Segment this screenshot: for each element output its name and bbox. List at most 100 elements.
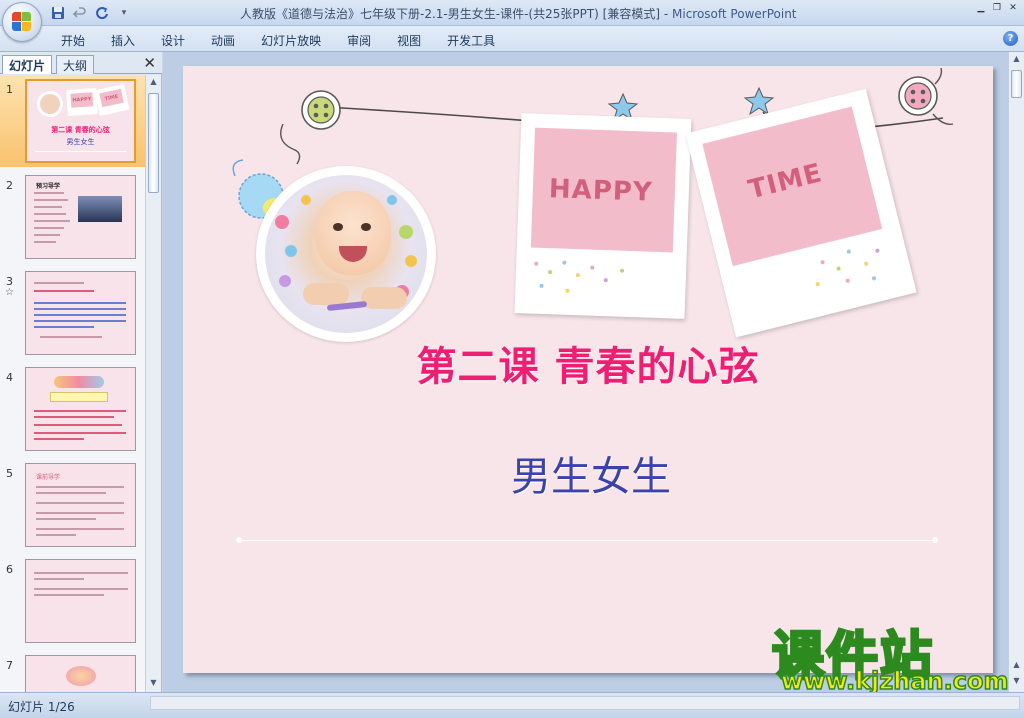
- undo-icon[interactable]: [72, 5, 88, 21]
- tab-developer[interactable]: 开发工具: [434, 30, 508, 51]
- slide-thumb-4[interactable]: 4: [0, 363, 146, 455]
- text-line: [36, 534, 76, 536]
- thumb-image: [54, 376, 104, 388]
- text-line: [34, 594, 104, 596]
- slide-editing-area: HAPPY TIME 第二课 青春的心弦 男生女生: [163, 52, 1008, 692]
- green-button-icon: [280, 90, 341, 165]
- slide-thumb-6[interactable]: 6: [0, 555, 146, 647]
- text-line: [34, 282, 84, 284]
- slide-preview: HAPPY TIME 第二课 青春的心弦 男生女生: [25, 79, 136, 163]
- quick-access-toolbar: ▾: [50, 4, 132, 22]
- divider-dot: [932, 537, 938, 543]
- scroll-down-icon[interactable]: ▼: [148, 678, 159, 690]
- text-line: [34, 588, 128, 590]
- slide-thumb-5[interactable]: 5 课前导学: [0, 459, 146, 551]
- scroll-thumb[interactable]: [148, 93, 159, 193]
- tab-view[interactable]: 视图: [384, 30, 434, 51]
- text-line: [34, 206, 62, 208]
- scroll-up-icon[interactable]: ▲: [148, 77, 159, 89]
- slide-number: 5: [6, 467, 13, 480]
- tab-slides[interactable]: 幻灯片: [2, 55, 53, 74]
- redo-icon[interactable]: [94, 5, 110, 21]
- text-line: [34, 308, 126, 310]
- ribbon-tabs: 开始 插入 设计 动画 幻灯片放映 审阅 视图 开发工具: [48, 30, 508, 51]
- baby-hand: [361, 287, 407, 309]
- slide-thumb-3[interactable]: 3 ☆: [0, 267, 146, 359]
- baby-photo-inner: [265, 175, 427, 333]
- text-line: [34, 578, 84, 580]
- divider-dot: [236, 537, 242, 543]
- thumb-happy: HAPPY: [70, 92, 94, 108]
- text-line: [34, 199, 68, 201]
- office-button[interactable]: [2, 2, 42, 42]
- scroll-thumb[interactable]: [1011, 70, 1022, 98]
- text-line: [34, 234, 60, 236]
- help-icon[interactable]: ?: [1003, 31, 1018, 46]
- close-icon[interactable]: ✕: [1006, 2, 1020, 14]
- photo-frame-mini: HAPPY: [66, 87, 98, 117]
- thumb-divider: [35, 151, 127, 152]
- prev-slide-icon[interactable]: ▲: [1011, 660, 1022, 672]
- ribbon: 开始 插入 设计 动画 幻灯片放映 审阅 视图 开发工具 ?: [0, 26, 1024, 52]
- slide-subtitle[interactable]: 男生女生: [183, 444, 993, 502]
- tab-outline[interactable]: 大纲: [56, 55, 95, 74]
- scroll-up-icon[interactable]: ▲: [1011, 54, 1022, 66]
- thumb-time: TIME: [99, 88, 124, 108]
- text-line: [34, 438, 84, 440]
- slide-number: 6: [6, 563, 13, 576]
- text-line: [36, 502, 124, 504]
- text-line: [34, 290, 94, 292]
- tab-home[interactable]: 开始: [48, 30, 98, 51]
- horizontal-scrollbar[interactable]: [150, 696, 1020, 710]
- document-title: 人教版《道德与法治》七年级下册-2.1-男生女生-课件-(共25张PPT) [兼…: [240, 7, 661, 21]
- text-line: [34, 241, 56, 243]
- minimize-icon[interactable]: ▁: [974, 2, 988, 14]
- thumb-image: [66, 666, 96, 686]
- watermark-url: www.kjzhan.com: [780, 666, 1009, 696]
- slide-thumb-1[interactable]: 1 HAPPY TIME 第二课 青春的心弦 男生女生: [0, 75, 146, 167]
- slide-number: 1: [6, 83, 13, 96]
- tab-insert[interactable]: 插入: [98, 30, 148, 51]
- dropdown-icon[interactable]: ▾: [116, 5, 132, 21]
- pink-button-icon: [898, 67, 954, 125]
- window-controls: ▁ ❐ ✕: [974, 2, 1020, 14]
- tab-slideshow[interactable]: 幻灯片放映: [248, 30, 334, 51]
- slide-title[interactable]: 第二课 青春的心弦: [183, 334, 993, 392]
- slide-preview: [25, 559, 136, 643]
- thumb-heading-box: [50, 392, 108, 402]
- slide-scrollbar[interactable]: ▲ ▲ ▼: [1008, 52, 1024, 692]
- photo-frame-happy: HAPPY: [514, 113, 692, 319]
- slide-counter: 幻灯片 1/26: [8, 700, 75, 714]
- slide-preview: [25, 367, 136, 451]
- thumb-image: [78, 196, 122, 222]
- close-pane-icon[interactable]: ✕: [143, 54, 156, 72]
- text-line: [34, 432, 126, 434]
- slide-thumb-2[interactable]: 2 预习导学: [0, 171, 146, 263]
- save-icon[interactable]: [50, 5, 66, 21]
- window-title: 人教版《道德与法治》七年级下册-2.1-男生女生-课件-(共25张PPT) [兼…: [240, 5, 797, 22]
- tab-animation[interactable]: 动画: [198, 30, 248, 51]
- baby-photo: [256, 166, 436, 342]
- current-slide[interactable]: HAPPY TIME 第二课 青春的心弦 男生女生: [183, 66, 993, 673]
- slide-preview: 预习导学: [25, 175, 136, 259]
- tab-design[interactable]: 设计: [148, 30, 198, 51]
- status-bar: 幻灯片 1/26: [0, 692, 1024, 718]
- slide-preview: [25, 655, 136, 692]
- thumb-heading: 预习导学: [36, 183, 61, 190]
- text-line: [34, 416, 114, 418]
- thumb-heading: 课前导学: [36, 474, 61, 481]
- slide-number: 7: [6, 659, 13, 672]
- thumb-title: 第二课 青春的心弦: [51, 126, 110, 134]
- slide-thumbnails: 1 HAPPY TIME 第二课 青春的心弦 男生女生 2 预习导学 3 ☆ 4…: [0, 75, 146, 692]
- text-line: [36, 492, 106, 494]
- slide-divider: [238, 540, 938, 541]
- slide-thumb-7[interactable]: 7: [0, 651, 146, 692]
- text-line: [36, 512, 124, 514]
- pane-tabs: 幻灯片 大纲 ✕: [0, 52, 162, 74]
- text-line: [40, 336, 102, 338]
- office-logo-icon: [12, 12, 32, 32]
- thumbnail-scrollbar[interactable]: ▲ ▼: [145, 75, 161, 692]
- restore-icon[interactable]: ❐: [990, 2, 1004, 14]
- tab-review[interactable]: 审阅: [334, 30, 384, 51]
- next-slide-icon[interactable]: ▼: [1011, 676, 1022, 688]
